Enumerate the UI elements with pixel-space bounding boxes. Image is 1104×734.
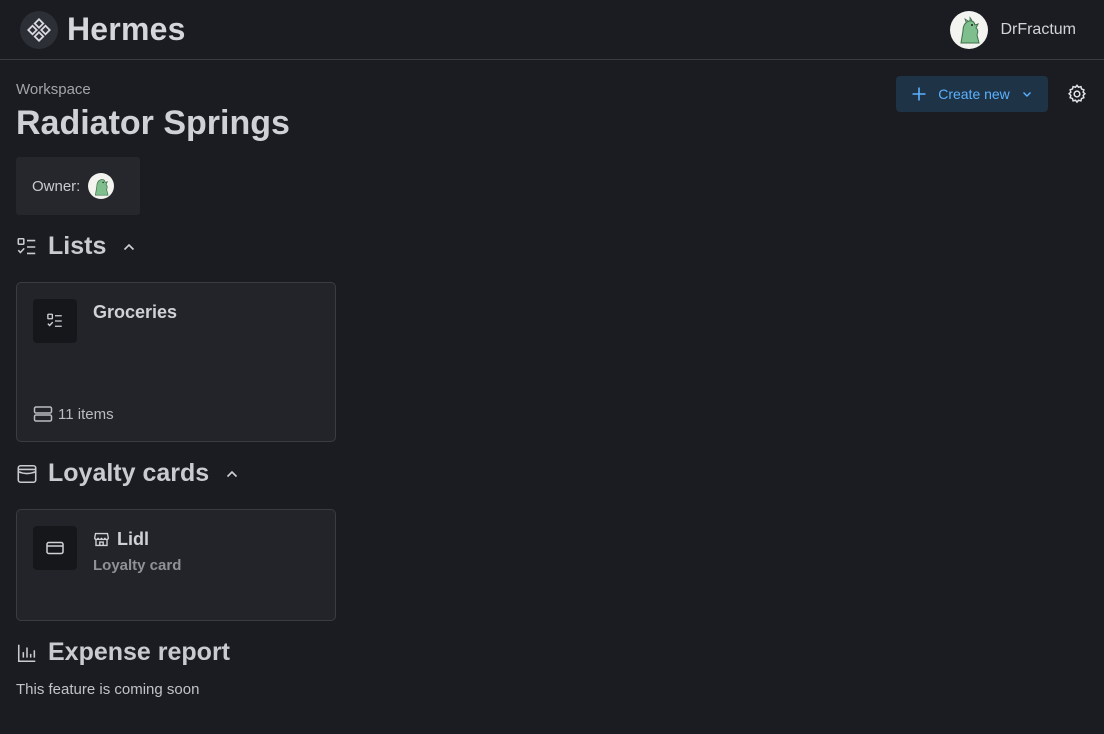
lists-collapse-button[interactable] [122, 240, 136, 254]
list-title: Groceries [93, 302, 178, 322]
avatar[interactable] [950, 10, 989, 49]
loyalty-collapse-button[interactable] [225, 467, 239, 481]
diamond-grid-icon [20, 10, 58, 49]
page-eyebrow: Workspace [16, 81, 91, 98]
stack-icon [33, 406, 53, 422]
brand-name: Hermes [67, 11, 186, 47]
credit-card-icon [33, 526, 77, 570]
chevron-down-icon [1022, 92, 1031, 97]
page-title: Radiator Springs [16, 104, 290, 142]
user-menu[interactable]: DrFractum [950, 10, 1076, 49]
bar-chart-icon [17, 644, 36, 662]
loyalty-card-title: Lidl [117, 529, 149, 549]
wallet-icon [17, 464, 37, 483]
create-new-label: Create new [938, 86, 1010, 102]
checklist-icon [33, 299, 77, 343]
owner-chip: Owner: [16, 157, 140, 215]
owner-label: Owner: [32, 177, 81, 195]
page-actions: Create new [896, 76, 1088, 112]
loyalty-card-subtitle: Loyalty card [93, 557, 182, 574]
loyalty-card-title-row: Lidl [93, 529, 149, 550]
list-item-count: 11 items [33, 405, 114, 423]
chevron-up-icon [227, 470, 238, 477]
top-bar: Hermes DrFractum [0, 0, 1104, 60]
expense-title: Expense report [48, 638, 231, 666]
lists-section-header: Lists [16, 232, 136, 261]
loyalty-card-lidl[interactable]: Lidl Loyalty card [16, 509, 336, 621]
plus-icon [912, 87, 926, 101]
user-name: DrFractum [1000, 20, 1076, 38]
store-icon [94, 532, 109, 547]
settings-button[interactable] [1066, 83, 1088, 105]
brand[interactable]: Hermes [20, 10, 186, 49]
chevron-up-icon [124, 243, 135, 250]
list-item-count-label: 11 items [58, 405, 114, 423]
owner-avatar[interactable] [88, 173, 115, 199]
loyalty-title: Loyalty cards [48, 459, 210, 487]
loyalty-section-header: Loyalty cards [16, 459, 239, 488]
create-new-button[interactable]: Create new [896, 76, 1048, 112]
checklist-icon [17, 237, 36, 254]
expense-section-header: Expense report [16, 638, 230, 667]
expense-coming-soon-message: This feature is coming soon [16, 681, 200, 698]
gear-icon [1067, 84, 1087, 104]
lists-title: Lists [48, 232, 107, 260]
list-card-groceries[interactable]: Groceries 11 items [16, 282, 336, 442]
